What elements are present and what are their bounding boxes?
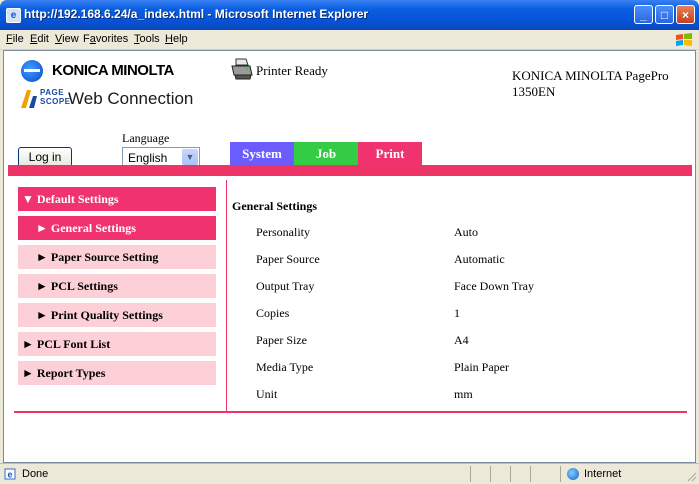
tab-system[interactable]: System <box>230 142 294 166</box>
content-divider-vertical <box>226 180 227 412</box>
menu-file[interactable]: File <box>6 33 24 45</box>
konica-minolta-logo-icon <box>21 60 43 82</box>
setting-value: 1 <box>454 306 460 320</box>
sidebar-item-paper-source-setting[interactable]: ► Paper Source Setting <box>18 245 216 269</box>
sidebar-item-print-quality-settings[interactable]: ► Print Quality Settings <box>18 303 216 327</box>
pagescope-small-text: PAGE SCOPE <box>40 88 71 106</box>
settings-row: Copies 1 <box>256 306 676 326</box>
svg-text:e: e <box>7 470 12 480</box>
minimize-button[interactable]: _ <box>634 5 653 24</box>
internet-zone-icon <box>567 468 579 480</box>
setting-label: Unit <box>256 387 278 401</box>
windows-logo-icon <box>676 33 692 46</box>
setting-label: Paper Source <box>256 252 320 266</box>
content-divider-horizontal <box>14 411 687 413</box>
chevron-down-icon[interactable]: ▼ <box>182 149 198 165</box>
sidebar-item-pcl-settings[interactable]: ► PCL Settings <box>18 274 216 298</box>
status-text: Done <box>22 468 49 480</box>
menu-favorites[interactable]: Favorites <box>83 33 128 45</box>
status-bar: e Done Internet <box>0 463 699 484</box>
close-button[interactable]: × <box>676 5 695 24</box>
setting-label: Personality <box>256 225 310 239</box>
browser-content: KONICA MINOLTA PAGE SCOPE Web Connection … <box>3 50 696 463</box>
language-label: Language <box>122 131 170 145</box>
sidebar-item-general-settings[interactable]: ► General Settings <box>18 216 216 240</box>
setting-value: Auto <box>454 225 478 239</box>
setting-label: Copies <box>256 306 290 320</box>
setting-label: Paper Size <box>256 333 307 347</box>
sidebar-item-default-settings[interactable]: ▼ Default Settings <box>18 187 216 211</box>
resize-grip-icon[interactable] <box>685 470 697 482</box>
printer-icon <box>231 58 253 80</box>
settings-row: Output Tray Face Down Tray <box>256 279 676 299</box>
sidebar-item-pcl-font-list[interactable]: ► PCL Font List <box>18 332 216 356</box>
status-separator <box>470 466 471 482</box>
setting-value: Automatic <box>454 252 505 266</box>
settings-row: Unit mm <box>256 387 676 407</box>
setting-value: Plain Paper <box>454 360 509 374</box>
menu-view[interactable]: View <box>55 33 79 45</box>
settings-row: Media Type Plain Paper <box>256 360 676 380</box>
ie-icon: e <box>6 8 21 23</box>
window-title: http://192.168.6.24/a_index.html - Micro… <box>24 7 369 21</box>
printer-model: KONICA MINOLTA PagePro 1350EN <box>512 68 669 99</box>
setting-value: A4 <box>454 333 469 347</box>
setting-value: mm <box>454 387 473 401</box>
status-separator <box>560 466 561 482</box>
security-zone-label: Internet <box>584 468 622 480</box>
page-done-icon: e <box>4 468 16 480</box>
status-separator <box>530 466 531 482</box>
setting-label: Media Type <box>256 360 314 374</box>
status-separator <box>490 466 491 482</box>
printer-status: Printer Ready <box>256 63 328 78</box>
settings-row: Paper Source Automatic <box>256 252 676 272</box>
language-select[interactable]: English ▼ <box>122 147 200 167</box>
login-button[interactable]: Log in <box>18 147 72 167</box>
page-title: General Settings <box>232 199 317 213</box>
settings-row: Paper Size A4 <box>256 333 676 353</box>
maximize-button[interactable]: □ <box>655 5 674 24</box>
menu-help[interactable]: Help <box>165 33 188 45</box>
product-name: Web Connection <box>68 89 194 108</box>
menu-bar: File Edit View Favorites Tools Help <box>0 30 699 50</box>
sidebar-item-report-types[interactable]: ► Report Types <box>18 361 216 385</box>
menu-edit[interactable]: Edit <box>30 33 49 45</box>
settings-row: Personality Auto <box>256 225 676 245</box>
tab-print[interactable]: Print <box>358 142 422 166</box>
status-separator <box>510 466 511 482</box>
setting-label: Output Tray <box>256 279 315 293</box>
brand-name: KONICA MINOLTA <box>52 62 174 79</box>
title-bar: e http://192.168.6.24/a_index.html - Mic… <box>0 0 699 30</box>
header-divider <box>8 165 692 176</box>
tab-job[interactable]: Job <box>294 142 358 166</box>
setting-value: Face Down Tray <box>454 279 534 293</box>
language-value: English <box>128 151 168 165</box>
menu-tools[interactable]: Tools <box>134 33 160 45</box>
